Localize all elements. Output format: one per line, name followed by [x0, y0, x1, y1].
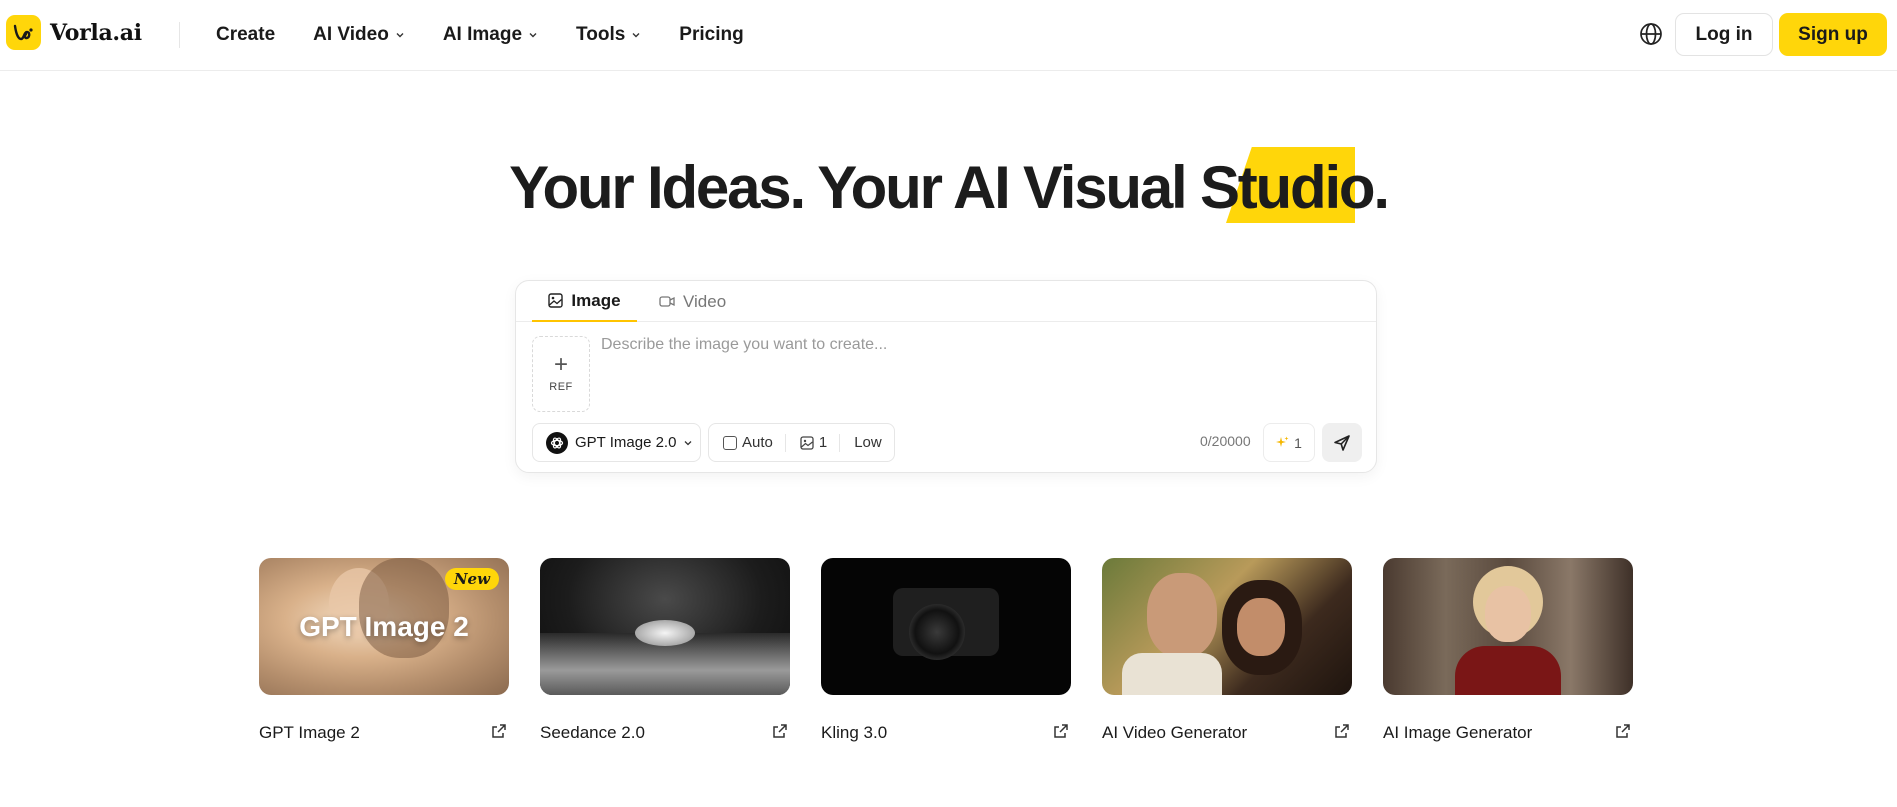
nav-item-create[interactable]: Create	[216, 24, 275, 46]
card-label: AI Image Generator	[1383, 723, 1533, 742]
card-label: Seedance 2.0	[540, 723, 645, 742]
external-link-icon	[773, 724, 787, 738]
nav-item-tools[interactable]: Tools	[576, 24, 641, 46]
model-select[interactable]: GPT Image 2.0	[532, 423, 701, 462]
tab-label: Image	[571, 290, 621, 310]
nav-item-label: Create	[216, 24, 276, 45]
chevron-down-icon	[529, 33, 537, 38]
external-link-icon	[1054, 724, 1068, 738]
logo-mark-icon	[6, 15, 41, 50]
tab-label: Video	[683, 291, 727, 311]
tab-image[interactable]: Image	[532, 281, 637, 322]
nav-item-label: Pricing	[679, 24, 744, 45]
card-thumbnail	[1102, 558, 1352, 695]
chevron-down-icon	[396, 33, 404, 38]
chevron-down-icon	[632, 33, 640, 38]
external-link-icon	[1335, 724, 1349, 738]
main-nav: Create AI Video AI Image Tools Pricing	[216, 0, 782, 70]
character-count: 0/20000	[1200, 433, 1251, 449]
signup-button[interactable]: Sign up	[1779, 13, 1887, 56]
card-thumbnail: GPT Image 2 New	[259, 558, 509, 695]
external-link-icon	[1616, 724, 1630, 738]
credits-value: 1	[1294, 434, 1302, 451]
quality-value: Low	[854, 434, 882, 451]
image-icon	[548, 293, 564, 308]
image-count-value: 1	[818, 434, 828, 451]
card-label: Kling 3.0	[821, 723, 888, 742]
card-thumbnail	[821, 558, 1071, 695]
video-icon	[659, 296, 675, 307]
login-button[interactable]: Log in	[1675, 13, 1773, 56]
external-link-icon	[492, 724, 506, 738]
card-thumbnail	[540, 558, 790, 695]
feature-cards: GPT Image 2 New GPT Image 2 Seedance 2.0…	[259, 558, 1634, 758]
nav-item-label: Tools	[576, 24, 626, 45]
image-count-option[interactable]: 1	[786, 424, 827, 461]
card-thumbnail	[1383, 558, 1633, 695]
card-kling[interactable]: Kling 3.0	[821, 558, 1071, 758]
nav-item-pricing[interactable]: Pricing	[679, 24, 743, 46]
new-badge: New	[444, 568, 499, 590]
openai-logo-icon	[546, 431, 568, 454]
image-count-icon	[800, 435, 814, 450]
send-button[interactable]	[1322, 423, 1362, 462]
card-label: AI Video Generator	[1102, 723, 1248, 742]
reference-upload-button[interactable]: + REF	[532, 336, 590, 412]
credits-badge: 1	[1263, 423, 1315, 462]
brand-name: Vorla.ai	[50, 19, 142, 46]
site-header: Vorla.ai Create AI Video AI Image Tools …	[0, 0, 1897, 71]
chevron-down-icon	[684, 440, 692, 445]
nav-item-ai-image[interactable]: AI Image	[443, 24, 538, 46]
brand-logo[interactable]: Vorla.ai	[6, 15, 142, 50]
aspect-ratio-value: Auto	[742, 434, 773, 451]
card-gpt-image-2[interactable]: GPT Image 2 New GPT Image 2	[259, 558, 509, 758]
mode-tabs: Image Video	[516, 281, 1376, 322]
generation-options: Auto 1 Low	[708, 423, 895, 462]
card-seedance[interactable]: Seedance 2.0	[540, 558, 790, 758]
nav-item-label: AI Video	[313, 24, 389, 45]
card-ai-image-generator[interactable]: AI Image Generator	[1383, 558, 1633, 758]
globe-icon[interactable]	[1638, 21, 1664, 47]
ref-label: REF	[549, 381, 573, 393]
hero-title: Your Ideas. Your AI Visual Studio.	[509, 154, 1390, 221]
tab-video[interactable]: Video	[659, 281, 726, 322]
card-ai-video-generator[interactable]: AI Video Generator	[1102, 558, 1352, 758]
aspect-ratio-option[interactable]: Auto	[709, 424, 773, 461]
header-divider	[179, 22, 180, 48]
model-name: GPT Image 2.0	[575, 434, 677, 451]
prompt-composer: Image Video + REF GPT Image 2.0	[515, 280, 1377, 473]
aspect-ratio-icon	[723, 435, 737, 450]
nav-item-ai-video[interactable]: AI Video	[313, 24, 405, 46]
nav-item-label: AI Image	[442, 24, 523, 45]
send-icon	[1334, 434, 1350, 451]
plus-icon: +	[553, 351, 568, 378]
prompt-input[interactable]	[601, 336, 1356, 396]
card-label: GPT Image 2	[259, 723, 360, 742]
sparkle-icon	[1276, 436, 1289, 447]
quality-option[interactable]: Low	[840, 424, 882, 461]
